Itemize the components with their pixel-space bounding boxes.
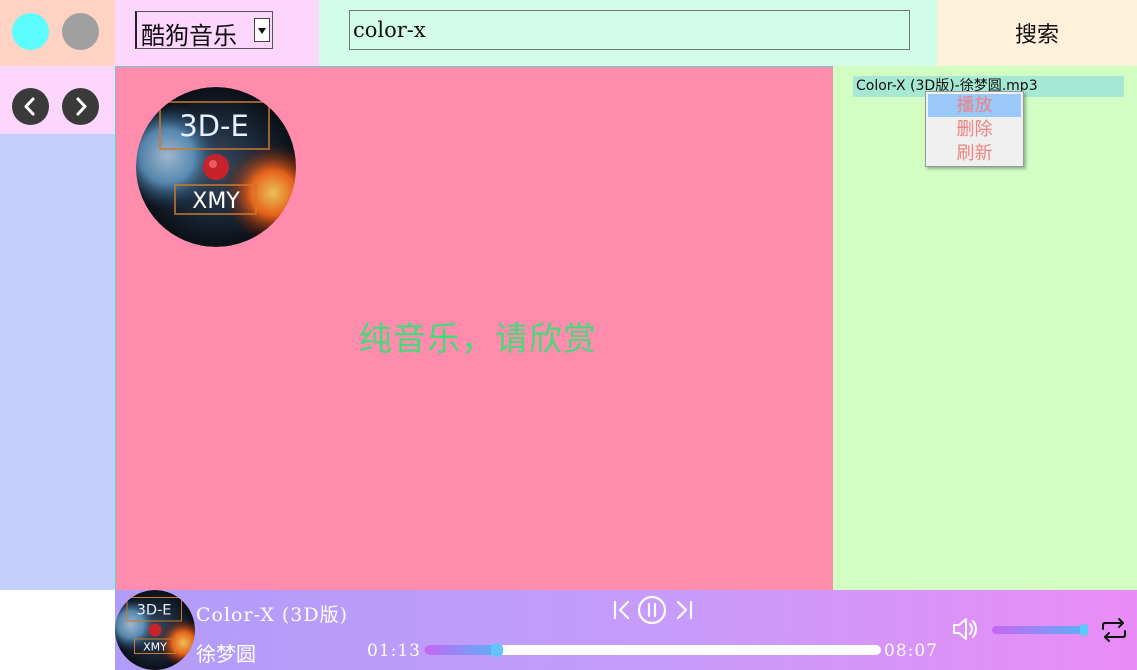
next-button[interactable] — [671, 598, 695, 622]
lyric-text: 纯音乐，请欣赏 — [359, 319, 597, 358]
disc-top-text: 3D-E — [179, 109, 249, 143]
search-area — [319, 0, 937, 66]
volume-icon[interactable] — [951, 615, 979, 643]
main-panel: 3D-E XMY 纯音乐，请欣赏 — [115, 66, 833, 590]
player-disc-bottom-text: XMY — [143, 641, 167, 654]
volume-slider[interactable] — [992, 626, 1086, 634]
minimize-dot-icon[interactable] — [62, 13, 99, 50]
menu-item-play[interactable]: 播放 — [928, 94, 1021, 117]
song-title: Color-X (3D版) — [196, 604, 349, 626]
current-time: 01:13 — [367, 641, 421, 661]
album-disc: 3D-E XMY — [136, 87, 296, 247]
chevron-left-icon — [24, 97, 35, 116]
skip-next-icon — [676, 600, 693, 620]
close-dot-icon[interactable] — [12, 13, 49, 50]
song-artist: 徐梦圆 — [196, 642, 256, 666]
context-menu: 播放 删除 刷新 — [925, 91, 1024, 167]
pause-icon — [637, 595, 667, 625]
total-time: 08:07 — [884, 641, 938, 661]
search-input[interactable] — [349, 10, 910, 50]
back-button[interactable] — [12, 88, 49, 125]
search-button-area: 搜索 — [937, 0, 1137, 66]
dropdown-arrow-icon[interactable] — [254, 18, 270, 42]
disc-bottom-text: XMY — [192, 189, 240, 214]
album-cover-image: 3D-E XMY — [136, 87, 296, 247]
progress-handle[interactable] — [491, 643, 504, 657]
search-button[interactable]: 搜索 — [937, 0, 1137, 66]
window-controls — [0, 0, 115, 66]
player-disc-top-text: 3D-E — [137, 603, 172, 619]
nav-area — [0, 66, 115, 134]
player-album-cover-image: 3D-E XMY — [115, 590, 195, 670]
loop-button[interactable] — [1099, 616, 1129, 644]
repeat-icon — [1102, 618, 1126, 642]
menu-item-refresh[interactable]: 刷新 — [928, 142, 1021, 165]
volume-handle[interactable] — [1080, 624, 1089, 636]
progress-fill — [424, 645, 498, 655]
previous-button[interactable] — [611, 598, 635, 622]
menu-item-delete[interactable]: 删除 — [928, 118, 1021, 141]
forward-button[interactable] — [62, 88, 99, 125]
music-source-select[interactable]: 酷狗音乐 — [135, 11, 273, 50]
pause-button[interactable] — [637, 595, 667, 625]
chevron-right-icon — [76, 97, 87, 116]
source-area: 酷狗音乐 — [115, 0, 319, 66]
player-album-disc[interactable]: 3D-E XMY — [115, 590, 195, 670]
sidebar — [0, 66, 115, 590]
player-bar: 3D-E XMY Color-X (3D版) 徐梦圆 01:13 08:07 — [115, 590, 1137, 670]
skip-previous-icon — [613, 600, 630, 620]
music-source-label: 酷狗音乐 — [141, 22, 237, 50]
